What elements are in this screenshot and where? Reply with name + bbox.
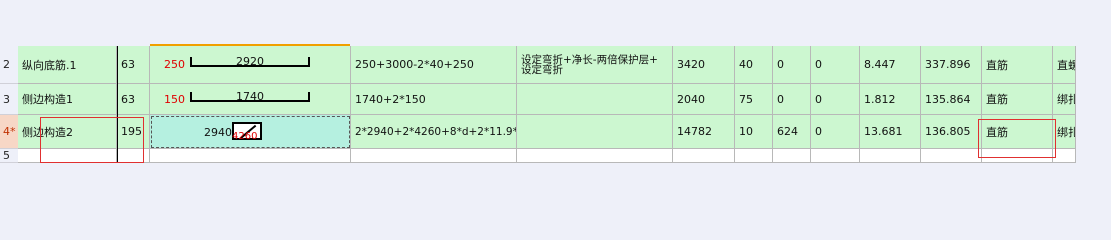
value-cell[interactable]: 0	[811, 46, 860, 84]
shape-other-length: 4260	[232, 131, 258, 142]
length-cell[interactable]: 2040	[673, 84, 735, 115]
highlight-box-rebar-type	[978, 119, 1056, 158]
unit-weight-cell[interactable]: 1.812	[860, 84, 921, 115]
formula-cell[interactable]: 250+3000-2*40+250	[351, 46, 517, 84]
diameter-cell[interactable]: 63	[117, 46, 150, 84]
value-cell[interactable]: 0	[773, 46, 811, 84]
rebar-type-cell[interactable]: 直筋	[982, 84, 1053, 115]
formula-cell[interactable]	[351, 149, 517, 163]
connection-cell[interactable]	[1053, 149, 1076, 163]
total-weight-cell[interactable]: 135.864	[921, 84, 982, 115]
count-cell[interactable]: 75	[735, 84, 773, 115]
unit-weight-cell[interactable]: 8.447	[860, 46, 921, 84]
shape-cell[interactable]: 150 1740	[150, 84, 351, 115]
connection-cell[interactable]: 绑扎	[1053, 115, 1076, 149]
length-cell[interactable]: 3420	[673, 46, 735, 84]
shape-cell[interactable]: 250 2920	[150, 46, 351, 84]
shape-cell[interactable]	[150, 149, 351, 163]
row-number-active[interactable]: 4*	[0, 115, 18, 149]
formula-cell[interactable]: 1740+2*150	[351, 84, 517, 115]
total-weight-cell[interactable]: 337.896	[921, 46, 982, 84]
diameter-cell[interactable]: 63	[117, 84, 150, 115]
count-cell[interactable]	[735, 149, 773, 163]
shape-end-length: 150	[164, 93, 185, 106]
shape-main-length: 1740	[236, 90, 264, 103]
rebar-table: 2 纵向底筋.1 63 250 2920 250+3000-2*40+250 设…	[0, 0, 1111, 210]
table-row-empty[interactable]	[18, 149, 1076, 163]
value-cell[interactable]: 0	[811, 115, 860, 149]
value-cell[interactable]: 0	[773, 84, 811, 115]
table-row-active[interactable]: 侧边构造2 195 2940 4260 2*2940+2*4260+8*d+2*…	[18, 115, 1076, 149]
total-weight-cell[interactable]	[921, 149, 982, 163]
formula-cell[interactable]: 2*2940+2*4260+8*d+2*11.9*d	[351, 115, 517, 149]
shape-cell-selected[interactable]: 2940 4260	[150, 115, 351, 149]
length-cell[interactable]: 14782	[673, 115, 735, 149]
description-cell[interactable]	[517, 115, 673, 149]
table-header-area	[0, 0, 1111, 44]
highlight-box-name-diameter	[40, 117, 144, 163]
description-line-1: 设定弯折+净长-两倍保护层+	[521, 53, 658, 66]
connection-cell[interactable]: 直螺	[1053, 46, 1076, 84]
length-cell[interactable]	[673, 149, 735, 163]
unit-weight-cell[interactable]	[860, 149, 921, 163]
table-row[interactable]: 纵向底筋.1 63 250 2920 250+3000-2*40+250 设定弯…	[18, 46, 1076, 84]
table-row[interactable]: 侧边构造1 63 150 1740 1740+2*150 2040 75 0 0…	[18, 84, 1076, 115]
connection-cell[interactable]: 绑扎	[1053, 84, 1076, 115]
description-line-2: 设定弯折	[521, 63, 563, 76]
shape-main-length: 2920	[236, 55, 264, 68]
description-cell[interactable]: 设定弯折+净长-两倍保护层+ 设定弯折	[517, 46, 673, 84]
shape-side-length: 2940	[204, 126, 232, 139]
name-cell[interactable]: 纵向底筋.1	[18, 46, 117, 84]
rebar-type-cell[interactable]: 直筋	[982, 46, 1053, 84]
value-cell[interactable]	[773, 149, 811, 163]
row-number[interactable]: 2	[0, 46, 18, 84]
value-cell[interactable]: 624	[773, 115, 811, 149]
value-cell[interactable]	[811, 149, 860, 163]
count-cell[interactable]: 10	[735, 115, 773, 149]
shape-end-length: 250	[164, 58, 185, 71]
total-weight-cell[interactable]: 136.805	[921, 115, 982, 149]
count-cell[interactable]: 40	[735, 46, 773, 84]
row-number[interactable]: 5	[0, 149, 18, 163]
value-cell[interactable]: 0	[811, 84, 860, 115]
row-number[interactable]: 3	[0, 84, 18, 115]
unit-weight-cell[interactable]: 13.681	[860, 115, 921, 149]
description-cell[interactable]	[517, 84, 673, 115]
name-cell[interactable]: 侧边构造1	[18, 84, 117, 115]
description-cell[interactable]	[517, 149, 673, 163]
